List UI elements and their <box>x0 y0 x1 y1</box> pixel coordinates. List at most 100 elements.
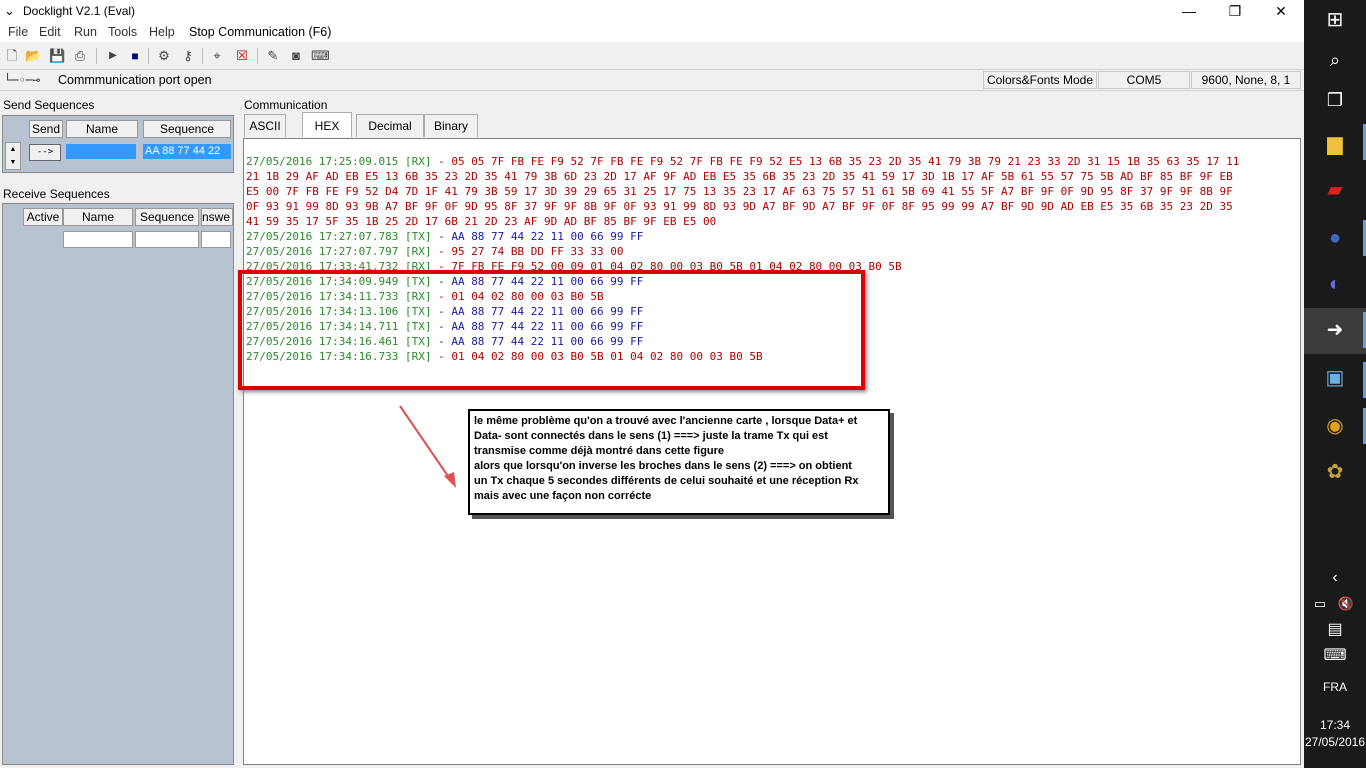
windows-start-icon[interactable]: ⊞ <box>1319 6 1351 34</box>
col-active[interactable]: Active <box>23 208 63 226</box>
key-icon[interactable]: ⚷ <box>180 48 196 64</box>
send-row-sequence[interactable]: AA 88 77 44 22 <box>143 144 231 159</box>
send-row-name[interactable] <box>66 144 136 159</box>
log-line: 27/05/2016 17:27:07.797 [RX] - 95 27 74 … <box>246 244 624 259</box>
log-timestamp: 27/05/2016 17:27:07.783 <box>246 230 399 243</box>
log-line: E5 00 7F FB FE F9 52 D4 7D 1F 41 79 3B 5… <box>246 184 1233 199</box>
port-indicator: COM5 <box>1098 71 1190 89</box>
toolbar: 🗋 📂 💾 ⎙ ▶ ■ ⚙ ⚷ ⌖ ☒ ✎ ◙ ⌨ <box>0 44 1304 68</box>
menu-edit[interactable]: Edit <box>39 25 61 39</box>
log-timestamp: 27/05/2016 17:25:09.015 <box>246 155 399 168</box>
arrow-annotation <box>399 405 456 488</box>
new-file-icon[interactable]: 🗋 <box>4 48 20 64</box>
notification-icon[interactable]: ▤ <box>1319 616 1351 644</box>
log-line: 0F 93 91 99 8D 93 9B A7 BF 9F 0F 9D 95 8… <box>246 199 1233 214</box>
keyboard-icon[interactable]: ⌨ <box>1319 642 1351 670</box>
app-settings-icon[interactable]: ✿ <box>1319 458 1351 486</box>
maximize-button[interactable]: ❐ <box>1212 0 1258 22</box>
log-data: - 05 05 7F FB FE F9 52 7F FB FE F9 52 7F… <box>431 155 1240 168</box>
settings-icon[interactable]: ⚙ <box>156 48 172 64</box>
col-answer[interactable]: nswe <box>201 208 233 226</box>
port-connection-icon: └─◦─⊸ <box>4 73 41 87</box>
app-icon: ⌄ <box>4 3 15 18</box>
binoculars-icon[interactable]: ⌖ <box>209 48 225 64</box>
log-direction: [RX] <box>404 155 432 168</box>
print-icon[interactable]: ⎙ <box>72 48 88 64</box>
col-send[interactable]: Send <box>29 120 63 138</box>
image-viewer-icon[interactable]: ▣ <box>1319 364 1351 392</box>
chevron-left-icon[interactable]: ‹ <box>1319 564 1351 592</box>
log-direction: [TX] <box>404 230 432 243</box>
snapshot-icon[interactable]: ◙ <box>288 48 304 64</box>
highlight-rectangle <box>238 270 865 390</box>
play-icon[interactable]: ▶ <box>105 48 121 64</box>
col-sequence[interactable]: Sequence <box>135 208 199 226</box>
log-direction: [RX] <box>404 245 432 258</box>
open-folder-icon[interactable]: 📂 <box>25 48 41 64</box>
tab-binary[interactable]: Binary <box>424 114 478 137</box>
receive-row-name[interactable] <box>63 231 133 248</box>
keyboard-icon[interactable]: ⌨ <box>311 48 330 64</box>
task-view-icon[interactable]: ❐ <box>1319 86 1351 114</box>
annotation-note: le même problème qu'on a trouvé avec l'a… <box>468 409 890 515</box>
language-indicator[interactable]: FRA <box>1304 680 1366 694</box>
clear-icon[interactable]: ☒ <box>234 48 250 64</box>
log-data: - AA 88 77 44 22 11 00 66 99 FF <box>431 230 644 243</box>
log-data: - 95 27 74 BB DD FF 33 33 00 <box>431 245 624 258</box>
col-name[interactable]: Name <box>66 120 138 138</box>
title-bar: ⌄ Docklight V2.1 (Eval) — ❐ ✕ <box>0 0 1304 22</box>
col-name[interactable]: Name <box>63 208 133 226</box>
send-row-button[interactable]: --> <box>29 144 61 161</box>
log-data: 41 59 35 17 5F 35 1B 25 2D 17 6B 21 2D 2… <box>246 215 717 228</box>
log-line: 27/05/2016 17:25:09.015 [RX] - 05 05 7F … <box>246 154 1239 169</box>
menu-tools[interactable]: Tools <box>108 25 137 39</box>
chrome-icon[interactable]: ◉ <box>1319 412 1351 440</box>
toolbar-separator <box>96 48 97 64</box>
app-blue-j-icon[interactable]: ● <box>1319 224 1351 252</box>
docklight-window: ⌄ Docklight V2.1 (Eval) — ❐ ✕ File Edit … <box>0 0 1304 768</box>
menu-help[interactable]: Help <box>149 25 175 39</box>
tab-hex[interactable]: HEX <box>302 112 352 137</box>
eclipse-icon[interactable]: ◐ <box>1319 270 1351 298</box>
log-data: 0F 93 91 99 8D 93 9B A7 BF 9F 0F 9D 95 8… <box>246 200 1233 213</box>
send-sequences-label: Send Sequences <box>3 98 95 112</box>
port-status-text: Commmunication port open <box>58 73 212 87</box>
save-icon[interactable]: 💾 <box>49 48 65 64</box>
menu-file[interactable]: File <box>8 25 28 39</box>
toolbar-separator <box>202 48 203 64</box>
row-scroll-stepper[interactable]: ▲ ▼ <box>5 142 21 170</box>
close-button[interactable]: ✕ <box>1258 0 1304 22</box>
tab-decimal[interactable]: Decimal <box>356 114 424 137</box>
log-timestamp: 27/05/2016 17:27:07.797 <box>246 245 399 258</box>
log-line: 27/05/2016 17:27:07.783 [TX] - AA 88 77 … <box>246 229 643 244</box>
stop-icon[interactable]: ■ <box>127 48 143 64</box>
docklight-taskbar-icon[interactable]: ➜ <box>1319 316 1351 344</box>
minimize-button[interactable]: — <box>1166 0 1212 22</box>
communication-label: Communication <box>244 98 328 112</box>
log-data: E5 00 7F FB FE F9 52 D4 7D 1F 41 79 3B 5… <box>246 185 1233 198</box>
menu-stop-communication[interactable]: Stop Communication (F6) <box>189 25 331 39</box>
clock-time[interactable]: 17:34 <box>1304 718 1366 732</box>
col-sequence[interactable]: Sequence <box>143 120 231 138</box>
port-settings-indicator: 9600, None, 8, 1 <box>1191 71 1301 89</box>
toolbar-separator <box>257 48 258 64</box>
menu-bar: File Edit Run Tools Help Stop Communicat… <box>0 22 1304 42</box>
receive-sequences-label: Receive Sequences <box>3 187 110 201</box>
connection-status-bar: └─◦─⊸ Commmunication port open Colors&Fo… <box>0 69 1304 91</box>
menu-run[interactable]: Run <box>74 25 97 39</box>
edit-log-icon[interactable]: ✎ <box>265 48 281 64</box>
volume-muted-icon[interactable]: 🔇 <box>1334 590 1358 618</box>
tab-ascii[interactable]: ASCII <box>244 114 286 137</box>
app-red-icon[interactable]: ▰ <box>1319 176 1351 204</box>
receive-sequences-panel: Active Name Sequence nswe <box>2 203 234 765</box>
file-explorer-icon[interactable]: ▆ <box>1319 130 1351 158</box>
mode-indicator: Colors&Fonts Mode <box>983 71 1097 89</box>
log-line: 21 1B 29 AF AD EB E5 13 6B 35 23 2D 35 4… <box>246 169 1233 184</box>
battery-icon[interactable]: ▭ <box>1308 590 1332 618</box>
receive-row-sequence[interactable] <box>135 231 199 248</box>
search-icon[interactable]: ⌕ <box>1319 46 1351 74</box>
clock-date[interactable]: 27/05/2016 <box>1304 735 1366 749</box>
receive-row-answer[interactable] <box>201 231 231 248</box>
log-data: 21 1B 29 AF AD EB E5 13 6B 35 23 2D 35 4… <box>246 170 1233 183</box>
window-title: Docklight V2.1 (Eval) <box>23 4 136 18</box>
